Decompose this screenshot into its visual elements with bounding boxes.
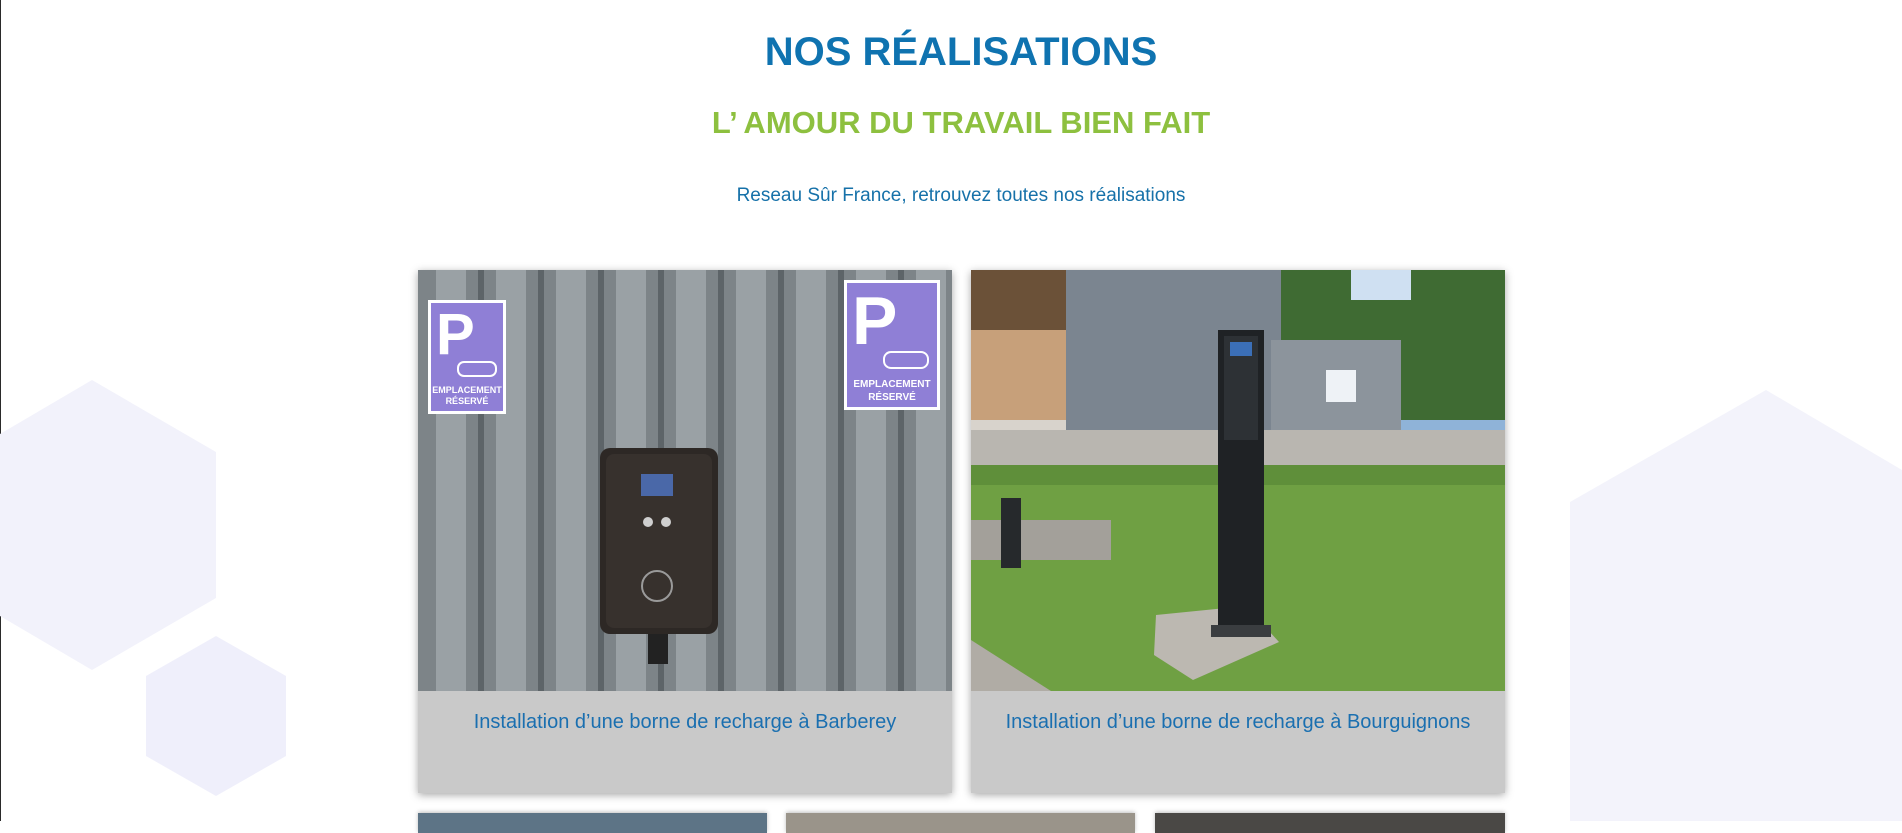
project-card-next-3[interactable] <box>1155 813 1505 833</box>
section-intro: Reseau Sûr France, retrouvez toutes nos … <box>736 185 1186 206</box>
svg-text:EMPLACEMENT: EMPLACEMENT <box>853 379 930 390</box>
svg-text:RÉSERVÉ: RÉSERVÉ <box>868 390 916 403</box>
pedestal-charger <box>1211 330 1271 637</box>
project-caption-bourguignons[interactable]: Installation d’une borne de recharge à B… <box>971 711 1505 734</box>
project-card-barberey[interactable]: P EMPLACEMENT RÉSERVÉ P EMPLACEMENT RÉSE… <box>418 270 952 793</box>
hexagon-decoration-left-large <box>0 380 216 670</box>
project-caption-barberey[interactable]: Installation d’une borne de recharge à B… <box>418 711 952 734</box>
hexagon-decoration-right <box>1570 390 1902 821</box>
parking-sign-left: P EMPLACEMENT RÉSERVÉ <box>428 300 506 414</box>
parking-sign-right: P EMPLACEMENT RÉSERVÉ <box>844 280 940 410</box>
project-image-barberey[interactable]: P EMPLACEMENT RÉSERVÉ P EMPLACEMENT RÉSE… <box>418 270 952 691</box>
project-image-bourguignons[interactable] <box>971 270 1505 691</box>
section-title: NOS RÉALISATIONS <box>764 30 1158 74</box>
svg-text:EMPLACEMENT: EMPLACEMENT <box>432 385 502 395</box>
section-subtitle: L’ AMOUR DU TRAVAIL BIEN FAIT <box>711 105 1211 140</box>
project-card-bourguignons[interactable]: Installation d’une borne de recharge à B… <box>971 270 1505 793</box>
project-card-next-2[interactable] <box>786 813 1135 833</box>
svg-text:P: P <box>436 302 475 367</box>
wall-charger <box>600 448 718 664</box>
svg-text:RÉSERVÉ: RÉSERVÉ <box>446 396 489 406</box>
project-card-next-1[interactable] <box>418 813 767 833</box>
svg-text:P: P <box>852 283 897 359</box>
hexagon-decoration-left-small <box>146 636 286 796</box>
